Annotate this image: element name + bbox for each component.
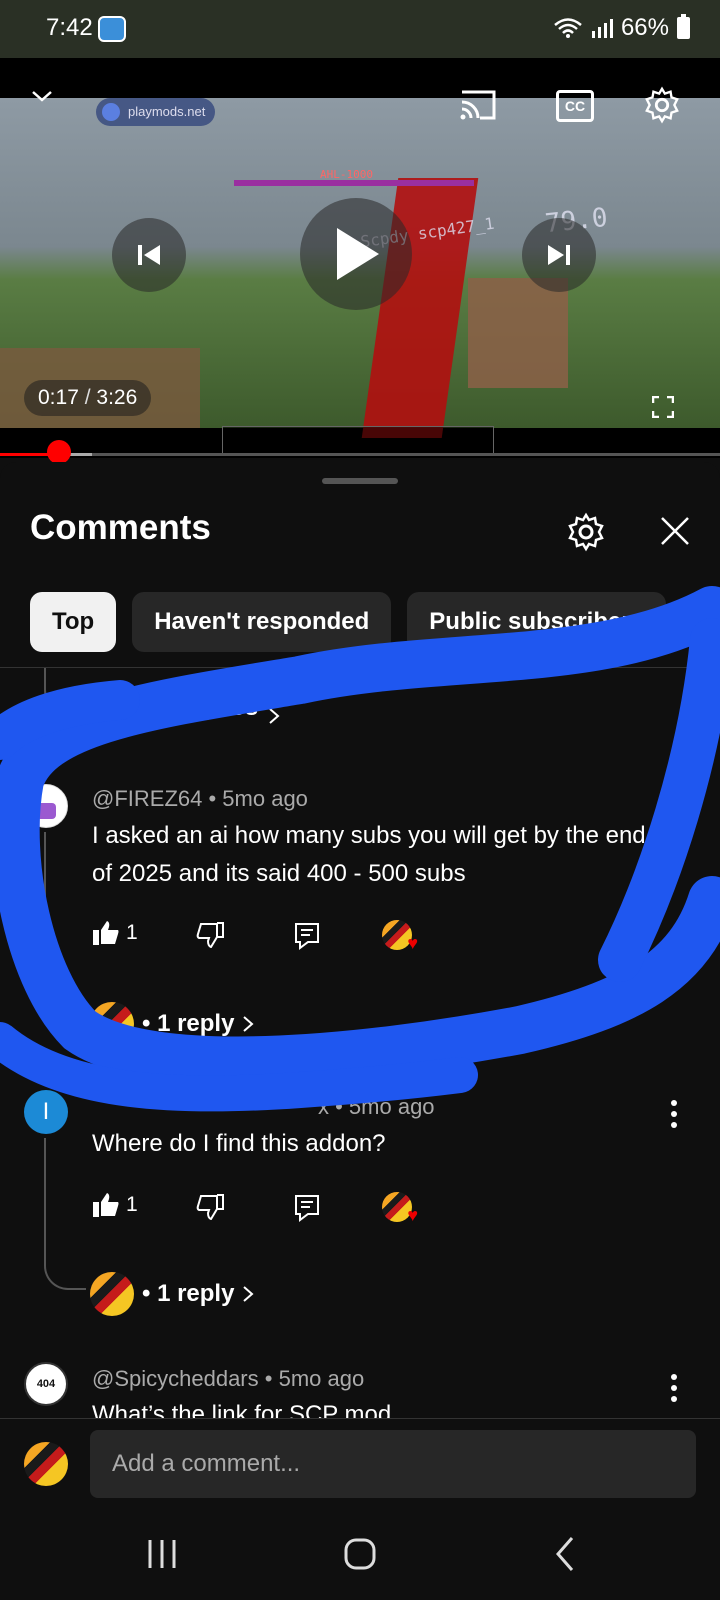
comment-author[interactable]: @FIREZ64 [92,786,202,811]
like-count: 1 [126,921,138,944]
cast-icon[interactable] [458,88,498,122]
comment-meta: @FIREZ64 • 5mo ago [92,786,308,812]
thread-line [44,668,86,714]
reply-avatar [90,690,134,734]
skip-next-icon [548,245,570,265]
chip-public-subscribers[interactable]: Public subscribers [407,592,667,652]
meta-separator: • [202,786,223,811]
back-icon[interactable] [544,1532,588,1576]
like-count: 1 [126,1193,138,1216]
comment-meta: x • 5mo ago [318,1094,435,1119]
more-options-icon[interactable] [670,1373,678,1403]
boss-label: AHL-1000 [320,168,373,181]
commenter-avatar[interactable]: 404 [24,1362,68,1406]
user-avatar [24,1442,68,1486]
heart-icon: ♥ [407,933,418,953]
like-button[interactable]: 1 [92,920,138,946]
home-icon[interactable] [338,1532,382,1576]
comment-text-clip: What’s the link for SCP mod [92,1396,652,1418]
recent-apps-icon[interactable] [140,1532,184,1576]
reply-icon[interactable] [294,1194,320,1222]
chevron-right-icon [243,1016,254,1032]
creator-heart-icon[interactable]: ♥ [382,920,418,953]
chevron-right-icon [269,708,280,724]
chip-top[interactable]: Top [30,592,117,652]
chevron-down-icon[interactable] [30,84,54,108]
more-options-icon[interactable] [670,792,678,822]
hotbar [222,426,494,454]
chip-havent-responded[interactable]: Haven't responded [132,592,392,652]
replies-link[interactable]: • 1 reply [90,1002,254,1046]
settings-gear-icon[interactable] [643,86,681,124]
duration: 3:26 [96,386,138,409]
progress-bar[interactable] [0,453,720,456]
battery-percent: 66% [620,14,669,41]
reply-icon[interactable] [294,922,320,950]
add-comment-input[interactable] [90,1430,696,1498]
chips-divider [0,667,720,668]
status-time: 7:42 [46,14,93,41]
app-notification-icon [98,16,126,42]
like-button[interactable]: 1 [92,1192,138,1218]
more-options-icon[interactable] [670,1099,678,1129]
comment-text: Where do I find this addon? [92,1130,386,1157]
reply-count[interactable]: • 1 reply [142,1280,234,1308]
play-button[interactable] [300,198,412,310]
battery-icon [677,14,690,39]
filter-chips: Top Haven't responded Public subscribers [30,592,667,652]
skip-previous-icon [138,245,160,265]
comment-text: I asked an ai how many subs you will get… [92,822,646,887]
thread-line [44,832,86,1022]
comments-title: Comments [30,508,211,547]
close-icon[interactable] [658,514,692,548]
comment-author[interactable]: @Spicycheddars [92,1366,259,1391]
view-replies-link[interactable]: eplies [190,694,258,722]
current-time: 0:17 [38,386,79,409]
comment-age: 5mo ago [222,786,308,811]
time-display: 0:17 / 3:26 [24,380,152,416]
chevron-right-icon [243,1286,254,1302]
playmods-watermark: playmods.net [96,98,216,126]
signal-icon [591,19,613,38]
fullscreen-icon[interactable] [652,396,674,418]
add-comment-divider [0,1418,720,1419]
commenter-avatar[interactable] [24,784,68,828]
video-scene-head [468,278,568,388]
comment-text: What’s the link for SCP mod [92,1401,392,1418]
meta-separator: • [258,1366,279,1391]
comments-settings-icon[interactable] [566,512,606,552]
time-separator: / [78,386,97,409]
reply-avatar [90,1272,134,1316]
wifi-icon [554,18,582,38]
thumbs-up-icon [93,1193,119,1217]
thumbs-up-icon [93,921,119,945]
comment-meta: @Spicycheddars • 5mo ago [92,1366,364,1392]
commenter-avatar[interactable]: I [24,1090,68,1134]
status-bar: 7:42 66% [0,0,720,58]
system-nav-bar [0,1510,720,1600]
reply-count[interactable]: • 1 reply [142,1010,234,1038]
play-icon [337,228,379,280]
replies-link[interactable]: • 1 reply [90,1272,254,1316]
comment-age: 5mo ago [278,1366,365,1391]
previous-button[interactable] [112,218,186,292]
captions-button[interactable]: CC [556,90,594,122]
thumbs-down-icon[interactable] [196,1194,224,1220]
heart-icon: ♥ [407,1205,418,1225]
thread-line [44,1138,86,1290]
reply-avatar [90,1002,134,1046]
creator-heart-icon[interactable]: ♥ [382,1192,418,1225]
status-indicators: 66% [553,14,690,42]
drag-handle[interactable] [322,478,398,484]
video-player[interactable]: AHL-1000 Scpdy scp427_1 79.0 playmods.ne… [0,58,720,458]
thumbs-down-icon[interactable] [196,922,224,948]
progress-scrubber[interactable] [47,440,72,464]
next-button[interactable] [522,218,596,292]
